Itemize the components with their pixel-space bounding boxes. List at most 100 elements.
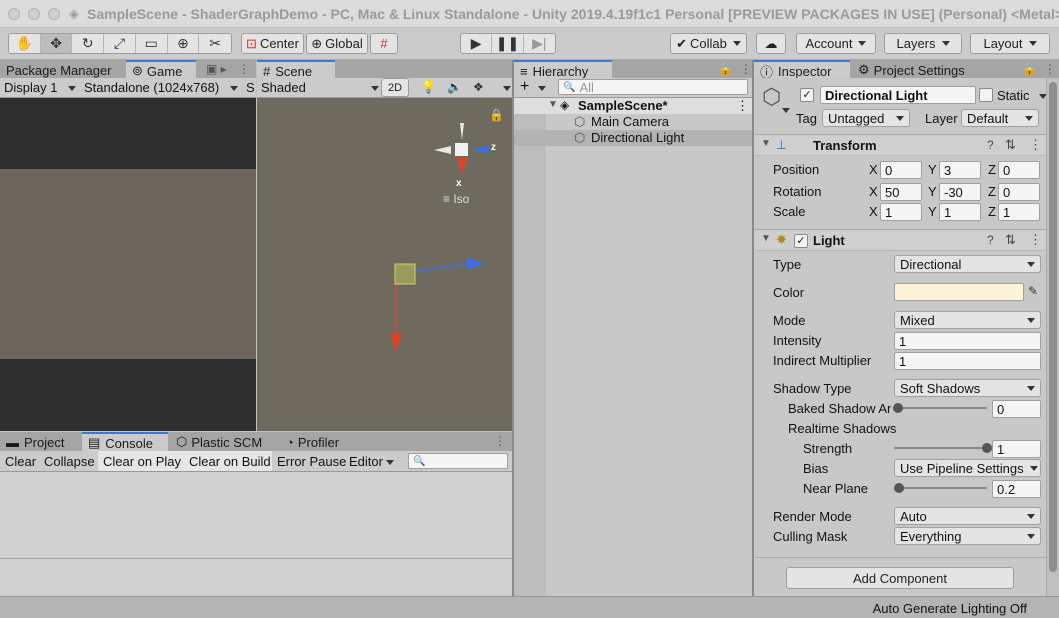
- rotation-x-field[interactable]: 50: [880, 183, 922, 201]
- strength-slider-knob[interactable]: [982, 443, 992, 453]
- tab-console[interactable]: ▤ Console: [82, 432, 168, 452]
- error-pause-button[interactable]: Error Pause: [277, 454, 346, 469]
- hierarchy-more-icon[interactable]: ⋮: [740, 62, 752, 76]
- scene-row[interactable]: ▼ ◈ SampleScene* ⋮: [514, 98, 752, 114]
- account-dropdown[interactable]: Account: [796, 33, 876, 54]
- near-plane-slider[interactable]: [898, 487, 987, 489]
- light-mode-dropdown[interactable]: Mixed: [894, 311, 1041, 329]
- collapse-arrow-icon[interactable]: ▼: [761, 138, 771, 149]
- clear-button[interactable]: Clear: [5, 454, 36, 469]
- tab-plastic-scm[interactable]: ⬡ Plastic SCM: [170, 432, 278, 452]
- console-search-input[interactable]: 🔍: [408, 453, 508, 469]
- lighting-icon[interactable]: 💡: [421, 80, 436, 94]
- inspector-lock-icon[interactable]: 🔒: [1022, 62, 1037, 76]
- baked-angle-slider-knob[interactable]: [893, 403, 903, 413]
- position-y-field[interactable]: 3: [939, 161, 981, 179]
- scene-more-icon[interactable]: ⋮: [736, 98, 749, 114]
- near-plane-slider-knob[interactable]: [893, 483, 904, 493]
- light-enabled-checkbox[interactable]: ✓: [794, 234, 808, 248]
- inspector-scrollbar[interactable]: [1046, 78, 1059, 596]
- bias-dropdown[interactable]: Use Pipeline Settings: [894, 459, 1041, 477]
- list-item[interactable]: ⬡ Directional Light: [514, 130, 752, 146]
- object-name-field[interactable]: Directional Light: [820, 86, 976, 104]
- clear-on-build-button[interactable]: Clear on Build: [189, 454, 271, 469]
- scale-tool-icon[interactable]: ⤢: [104, 34, 136, 53]
- lighting-status[interactable]: Auto Generate Lighting Off: [873, 601, 1027, 616]
- editor-dropdown[interactable]: Editor: [349, 454, 383, 469]
- game-view[interactable]: [0, 98, 256, 431]
- scrollbar-thumb[interactable]: [1049, 82, 1057, 572]
- shadow-type-dropdown[interactable]: Soft Shadows: [894, 379, 1041, 397]
- play-icon[interactable]: ▶: [461, 34, 493, 53]
- position-x-field[interactable]: 0: [880, 161, 922, 179]
- space-global-button[interactable]: ⊕ Global: [306, 33, 368, 54]
- static-checkbox[interactable]: [979, 88, 993, 102]
- pivot-center-button[interactable]: ⊡ Center: [241, 33, 304, 54]
- list-item[interactable]: ⬡ Main Camera: [514, 114, 752, 130]
- shading-dropdown[interactable]: Shaded: [261, 80, 306, 95]
- component-more-icon[interactable]: ⋮: [1029, 232, 1042, 248]
- 2d-toggle[interactable]: 2D: [381, 78, 409, 97]
- rotate-tool-icon[interactable]: ↻: [72, 34, 105, 53]
- active-checkbox[interactable]: ✓: [800, 88, 814, 102]
- light-color-swatch[interactable]: [894, 283, 1024, 301]
- layer-dropdown[interactable]: Default: [961, 109, 1039, 127]
- clear-on-play-button[interactable]: Clear on Play: [103, 454, 181, 469]
- tag-dropdown[interactable]: Untagged: [822, 109, 910, 127]
- collapse-arrow-icon[interactable]: ▼: [761, 233, 771, 244]
- tab-package-manager[interactable]: Package Manager: [0, 60, 124, 80]
- collab-button[interactable]: ✔ Collab: [670, 33, 747, 54]
- scale-y-field[interactable]: 1: [939, 203, 981, 221]
- culling-mask-dropdown[interactable]: Everything: [894, 527, 1041, 545]
- hierarchy-search-input[interactable]: 🔍 All: [558, 79, 748, 95]
- minimize-window-button[interactable]: [28, 8, 40, 20]
- console-log-area[interactable]: [0, 472, 512, 596]
- eyedropper-icon[interactable]: ✎: [1028, 284, 1038, 298]
- effects-icon[interactable]: ❖: [473, 80, 484, 94]
- collapse-button[interactable]: Collapse: [44, 454, 95, 469]
- intensity-field[interactable]: 1: [894, 332, 1041, 350]
- light-header[interactable]: ▼ ✸ ✓ Light ? ⇅ ⋮: [755, 229, 1046, 251]
- close-window-button[interactable]: [8, 8, 20, 20]
- expand-arrow-icon[interactable]: ▼: [548, 99, 558, 110]
- audio-icon[interactable]: 🔈: [447, 80, 462, 94]
- scale-x-field[interactable]: 1: [880, 203, 922, 221]
- preset-icon[interactable]: ⇅: [1005, 232, 1016, 248]
- preset-icon[interactable]: ⇅: [1005, 137, 1016, 153]
- tab-overflow-icon[interactable]: ▣ ▸: [206, 62, 227, 76]
- rotation-y-field[interactable]: -30: [939, 183, 981, 201]
- display-dropdown[interactable]: Display 1: [4, 80, 57, 95]
- transform-tool-icon[interactable]: ⊕: [168, 34, 200, 53]
- help-icon[interactable]: ?: [987, 233, 994, 247]
- snap-grid-button[interactable]: #: [370, 33, 398, 54]
- strength-slider[interactable]: [894, 447, 987, 449]
- layout-dropdown[interactable]: Layout: [970, 33, 1050, 54]
- rotation-z-field[interactable]: 0: [998, 183, 1040, 201]
- tab-inspector[interactable]: ⓘ Inspector: [754, 60, 850, 80]
- baked-angle-slider[interactable]: [898, 407, 987, 409]
- rect-tool-icon[interactable]: ▭: [136, 34, 168, 53]
- cloud-button[interactable]: ☁: [756, 33, 786, 54]
- help-icon[interactable]: ?: [987, 138, 994, 152]
- hand-tool-icon[interactable]: ✋: [9, 34, 41, 53]
- iso-label[interactable]: ≡ Iso: [443, 192, 469, 206]
- render-mode-dropdown[interactable]: Auto: [894, 507, 1041, 525]
- strength-field[interactable]: 1: [992, 440, 1041, 458]
- resolution-dropdown[interactable]: Standalone (1024x768): [84, 80, 219, 95]
- more-icon[interactable]: ⋮: [238, 62, 250, 76]
- tab-game[interactable]: ⊚ Game: [126, 60, 196, 80]
- scene-view[interactable]: 🔒 z x ≡ Iso: [257, 98, 512, 431]
- transform-header[interactable]: ▼ ⟂ Transform ? ⇅ ⋮: [755, 134, 1046, 156]
- scale-z-field[interactable]: 1: [998, 203, 1040, 221]
- move-handle-gizmo[interactable]: [387, 256, 497, 356]
- indirect-multiplier-field[interactable]: 1: [894, 352, 1041, 370]
- create-plus-icon[interactable]: +: [520, 78, 529, 96]
- hierarchy-lock-icon[interactable]: 🔒: [718, 62, 733, 76]
- layers-dropdown[interactable]: Layers: [884, 33, 962, 54]
- zoom-window-button[interactable]: [48, 8, 60, 20]
- baked-angle-field[interactable]: 0: [992, 400, 1041, 418]
- tab-project-settings[interactable]: ⚙ Project Settings: [852, 60, 972, 80]
- position-z-field[interactable]: 0: [998, 161, 1040, 179]
- bottom-more-icon[interactable]: ⋮: [494, 434, 506, 448]
- tab-project[interactable]: ▬ Project: [0, 432, 82, 452]
